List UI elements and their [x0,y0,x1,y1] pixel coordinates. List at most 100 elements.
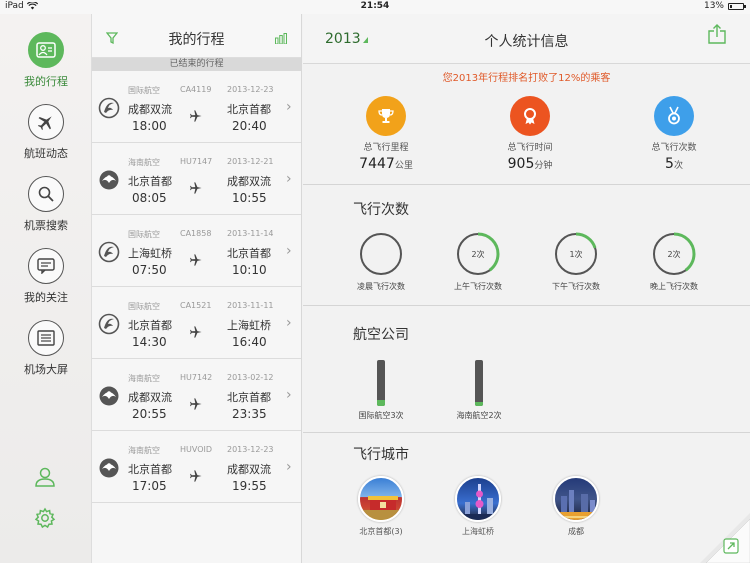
trips-title: 我的行程 [168,32,225,48]
trip-departure-time: 18:00 [132,119,167,133]
beijing-photo[interactable] [358,476,404,522]
trip-arrival-time: 20:40 [232,119,267,133]
trip-from: 北京首都 [128,319,172,332]
plane-icon [28,104,64,140]
summary-count: 总飞行次数 5次 [614,96,734,172]
summary-mileage: 总飞行里程 7447公里 [326,96,446,172]
trip-from: 成都双流 [128,391,172,404]
search-icon [28,176,64,212]
section-title-airlines: 航空公司 [353,327,409,343]
status-right: 13% [703,1,746,11]
trip-departure-time: 14:30 [132,335,167,349]
trip-row[interactable]: 国际航空 CA4119 2013-12-23 成都双流 北京首都 18:00 20:40 › [92,71,301,143]
battery-fill [730,4,732,8]
trip-to: 成都双流 [227,175,271,188]
shanghai-photo[interactable] [455,476,501,522]
trip-arrival-time: 19:55 [232,479,267,493]
battery-percent: 13% [703,1,724,11]
plane-icon [189,108,203,127]
nav-label: 我的行程 [24,75,68,88]
nav-item-my-follows[interactable]: 我的关注 [0,248,92,305]
divider [303,305,750,306]
chevron-right-icon: › [286,99,292,115]
trip-to: 上海虹桥 [227,319,271,332]
share-icon[interactable] [708,24,726,44]
trip-arrival-time: 23:35 [232,407,267,421]
trip-to: 北京首都 [227,247,271,260]
nav-label: 航班动态 [24,147,68,160]
hainan-logo [98,385,120,407]
trip-flight-number: CA4119 [180,85,212,94]
trip-airline: 海南航空 [128,374,160,383]
trip-flight-number: CA1858 [180,229,212,238]
trip-date: 2013-12-23 [227,85,274,94]
trip-from: 成都双流 [128,103,172,116]
medal-icon [654,96,694,136]
status-bar: iPad 21:54 13% [0,0,750,14]
airline-bar-fill [475,402,483,406]
flight-count-ring: 2次 [455,231,501,277]
chevron-right-icon: › [286,315,292,331]
air-china-logo [98,97,120,119]
profile-icon[interactable] [32,464,58,490]
hainan-logo [98,169,120,191]
trip-row[interactable]: 海南航空 HU7142 2013-02-12 成都双流 北京首都 20:55 23:35 › [92,359,301,431]
ring-count-text: 2次 [667,249,680,259]
trip-row[interactable]: 海南航空 HUVOID 2013-12-23 北京首都 成都双流 17:05 19:55 › [92,431,301,503]
flight-count-label: 晚上飞行次数 [650,282,698,291]
air-china-logo [98,313,120,335]
trip-departure-time: 08:05 [132,191,167,205]
trip-departure-time: 20:55 [132,407,167,421]
nav-item-airport-board[interactable]: 机场大屏 [0,320,92,377]
trip-airline: 海南航空 [128,446,160,455]
flight-count-label: 凌晨飞行次数 [357,282,405,291]
trip-airline: 国际航空 [128,230,160,239]
trip-date: 2013-11-14 [227,229,274,238]
trip-row[interactable]: 国际航空 CA1521 2013-11-11 北京首都 上海虹桥 14:30 16:40 › [92,287,301,359]
trip-airline: 海南航空 [128,158,160,167]
chevron-right-icon: › [286,171,292,187]
trips-panel: 我的行程 已结束的行程 国际航空 CA4119 2013-12-23 成都双流 北京首都… [92,14,302,563]
nav-item-my-trips[interactable]: 我的行程 [0,32,92,89]
board-icon [28,320,64,356]
trip-date: 2013-02-12 [227,373,274,382]
airline-label: 海南航空2次 [456,411,502,420]
trip-row[interactable]: 国际航空 CA1858 2013-11-14 上海虹桥 北京首都 07:50 10:10 › [92,215,301,287]
summary-label: 总飞行里程 [363,143,409,153]
city-label: 成都 [568,527,584,536]
plane-icon [189,468,203,487]
trophy-icon [366,96,406,136]
chengdu-photo[interactable] [553,476,599,522]
chevron-right-icon: › [286,243,292,259]
nav-label: 我的关注 [24,291,68,304]
rank-text: 您2013年行程排名打败了12%的乘客 [442,73,611,84]
trips-header: 我的行程 [92,14,301,58]
trip-row[interactable]: 海南航空 HU7147 2013-12-21 北京首都 成都双流 08:05 10:55 › [92,143,301,215]
nav-item-ticket-search[interactable]: 机票搜索 [0,176,92,233]
bar-chart-icon[interactable] [275,33,287,44]
flight-count-label: 上午飞行次数 [454,282,502,291]
hainan-logo [98,457,120,479]
summary-unit: 公里 [394,161,413,171]
plane-icon [189,396,203,415]
airline-bar [475,360,483,406]
clock: 21:54 [360,1,390,11]
summary-value: 905 [507,156,535,172]
page-curl[interactable] [700,513,750,563]
trip-flight-number: HU7142 [180,373,213,382]
trip-arrival-time: 10:10 [232,263,267,277]
gear-icon[interactable] [32,505,58,531]
flight-count-ring: 2次 [651,231,697,277]
summary-label: 总飞行次数 [651,143,697,153]
trip-to: 北京首都 [227,391,271,404]
summary-unit: 次 [673,161,683,171]
trip-to: 北京首都 [227,103,271,116]
trip-departure-time: 17:05 [132,479,167,493]
air-china-logo [98,241,120,263]
stats-title: 个人统计信息 [484,34,569,50]
plane-icon [189,324,203,343]
nav-item-flight-status[interactable]: 航班动态 [0,104,92,161]
airline-label: 国际航空3次 [358,411,404,420]
trip-flight-number: CA1521 [180,301,212,310]
divider [303,184,750,185]
